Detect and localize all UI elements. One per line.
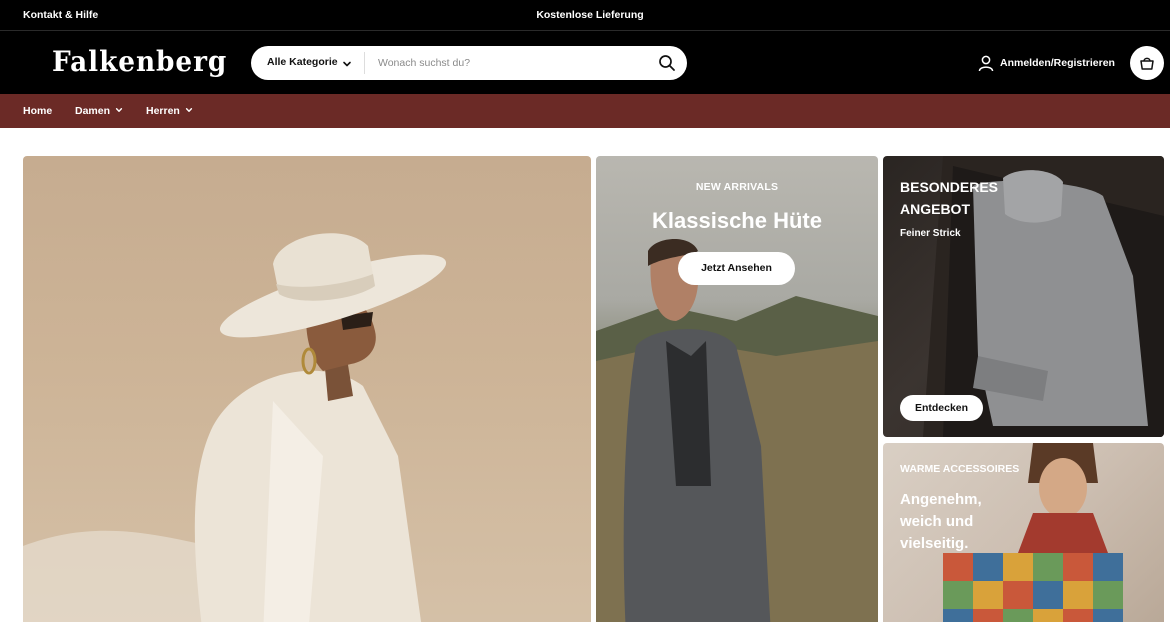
shopping-bag-icon <box>1140 57 1154 70</box>
top-bar: Kontakt & Hilfe Kostenlose Lieferung <box>0 0 1170 31</box>
woman-in-hat-image <box>23 233 447 622</box>
accessories-eyebrow: WARME ACCESSOIRES <box>900 463 1020 475</box>
category-select[interactable]: Alle Kategorie <box>267 56 338 68</box>
offer-eyebrow: BESONDERES ANGEBOT <box>900 179 999 217</box>
hero-main-tile[interactable] <box>23 156 591 622</box>
main-header: Falkenberg Alle Kategorie Anmelden/Regis… <box>0 31 1170 94</box>
search-bar: Alle Kategorie <box>251 46 687 80</box>
hats-headline: Klassische Hüte <box>652 208 822 233</box>
search-icon[interactable] <box>658 54 676 77</box>
view-now-button[interactable]: Jetzt Ansehen <box>678 252 795 285</box>
nav-item-home[interactable]: Home <box>23 105 52 117</box>
nav-item-damen[interactable]: Damen <box>75 105 123 117</box>
hats-eyebrow: NEW ARRIVALS <box>695 181 779 193</box>
nav-item-herren[interactable]: Herren <box>146 105 193 117</box>
search-divider <box>364 52 365 74</box>
search-input[interactable] <box>378 54 638 72</box>
offer-subtitle: Feiner Strick <box>900 228 961 239</box>
nav-item-label: Damen <box>75 105 111 117</box>
chevron-down-icon <box>115 108 123 113</box>
account-label: Anmelden/Registrieren <box>1000 57 1115 69</box>
store-logo[interactable]: Falkenberg <box>52 45 227 78</box>
user-icon <box>978 55 994 76</box>
shipping-notice: Kostenlose Lieferung <box>536 9 644 21</box>
main-navigation: Home Damen Herren <box>0 94 1170 128</box>
discover-button[interactable]: Entdecken <box>900 395 983 421</box>
accessories-headline: Angenehm, weich und vielseitig. <box>900 491 982 552</box>
chevron-down-icon[interactable] <box>342 56 352 74</box>
nav-item-label: Home <box>23 105 53 117</box>
hats-promo-tile[interactable]: NEW ARRIVALS Klassische Hüte Jetzt Anseh… <box>596 156 878 622</box>
cart-button[interactable] <box>1130 46 1164 80</box>
chevron-down-icon <box>185 108 192 113</box>
special-offer-tile[interactable]: BESONDERES ANGEBOT Feiner Strick Entdeck… <box>883 156 1164 437</box>
nav-item-label: Herren <box>146 105 180 117</box>
accessories-tile[interactable]: WARME ACCESSOIRES Angenehm, weich und vi… <box>883 443 1164 622</box>
